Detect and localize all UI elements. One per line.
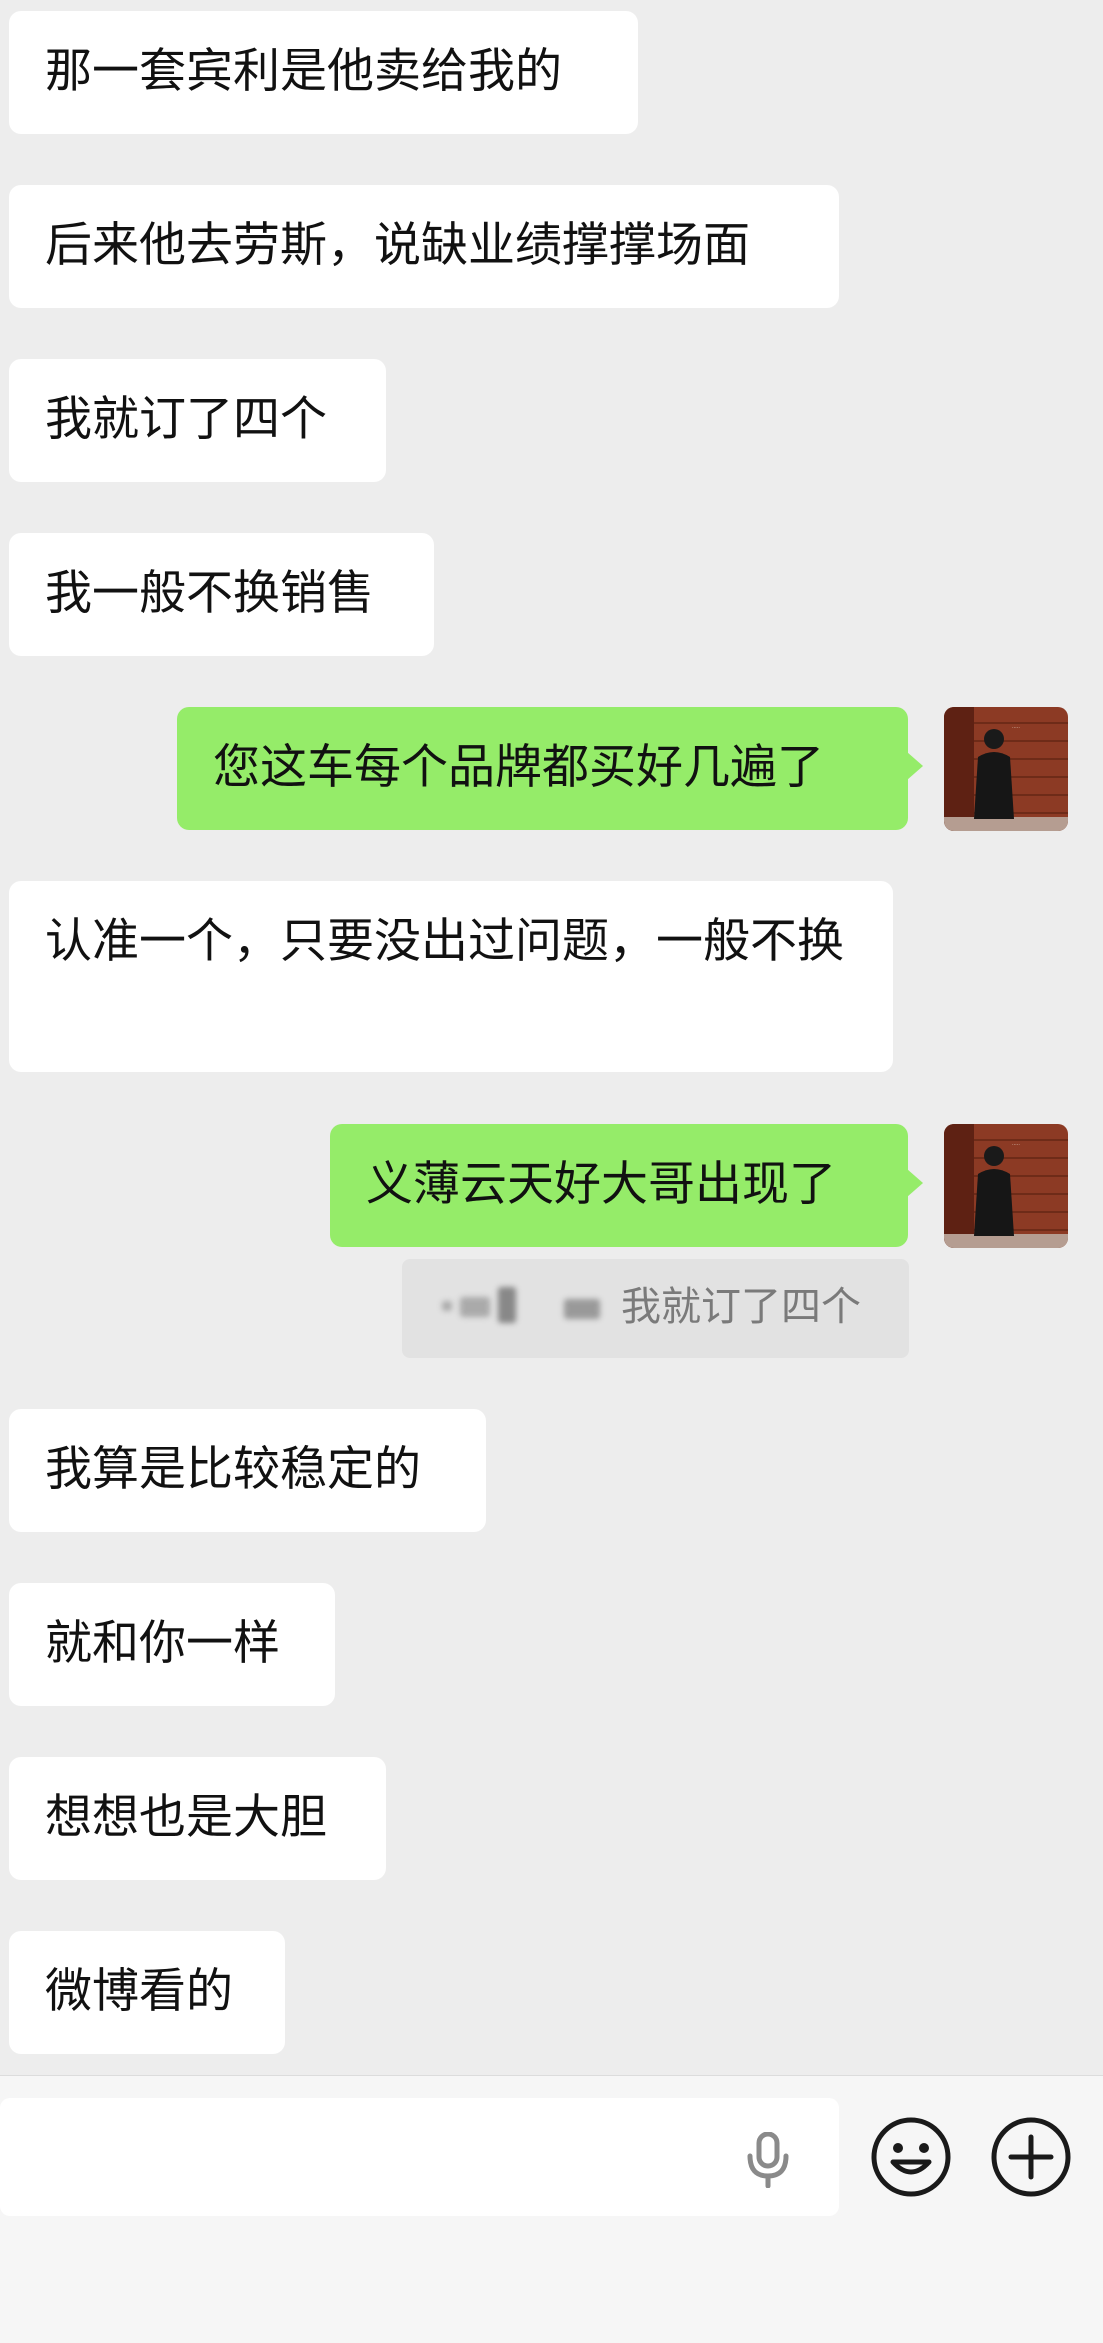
message-incoming[interactable]: 我一般不换销售 [9,533,434,656]
redacted-name [442,1301,452,1311]
message-text: 义薄云天好大哥出现了 [366,1157,836,1212]
message-outgoing[interactable]: 您这车每个品牌都买好几遍了 [177,707,923,830]
message-text: 就和你一样 [45,1616,280,1671]
redacted-name [564,1299,600,1319]
message-incoming[interactable]: 认准一个，只要没出过问题，一般不换 [9,881,893,1072]
redacted-name [498,1287,516,1323]
quoted-message-text: 我就订了四个 [621,1284,861,1330]
message-text: 我算是比较稳定的 [45,1442,421,1497]
message-outgoing[interactable]: 义薄云天好大哥出现了 [330,1124,923,1247]
message-text: 想想也是大胆 [45,1790,327,1845]
message-incoming[interactable]: 就和你一样 [9,1583,335,1706]
message-incoming[interactable]: 想想也是大胆 [9,1757,386,1880]
chat-screen: 那一套宾利是他卖给我的 后来他去劳斯，说缺业绩撑撑场面 我就订了四个 我一般不换… [0,0,1103,2343]
message-text: 微博看的 [45,1964,233,2019]
avatar-photo: ····· [944,1124,1068,1248]
svg-text:·····: ····· [1012,725,1020,731]
input-bar [0,2075,1103,2343]
message-text: 我一般不换销售 [45,566,374,621]
message-incoming[interactable]: 微博看的 [9,1931,285,2054]
svg-text:·····: ····· [1012,1142,1020,1148]
avatar-photo: ····· [944,707,1068,831]
user-avatar[interactable]: ····· [944,707,1068,831]
user-avatar[interactable]: ····· [944,1124,1068,1248]
message-text: 那一套宾利是他卖给我的 [45,44,562,99]
smiley-emoji-icon[interactable] [870,2116,952,2198]
quoted-message[interactable]: 我就订了四个 [402,1259,909,1358]
message-incoming[interactable]: 我算是比较稳定的 [9,1409,486,1532]
message-incoming[interactable]: 后来他去劳斯，说缺业绩撑撑场面 [9,185,839,308]
message-text: 后来他去劳斯，说缺业绩撑撑场面 [45,218,750,273]
message-incoming[interactable]: 我就订了四个 [9,359,386,482]
message-text: 认准一个，只要没出过问题，一般不换 [45,914,844,969]
message-text: 您这车每个品牌都买好几遍了 [213,740,824,795]
message-input[interactable] [0,2098,839,2216]
redacted-name [460,1297,490,1317]
message-text: 我就订了四个 [45,392,327,447]
message-incoming[interactable]: 那一套宾利是他卖给我的 [9,11,638,134]
plus-circle-icon[interactable] [990,2116,1072,2198]
microphone-icon[interactable] [744,2132,792,2188]
